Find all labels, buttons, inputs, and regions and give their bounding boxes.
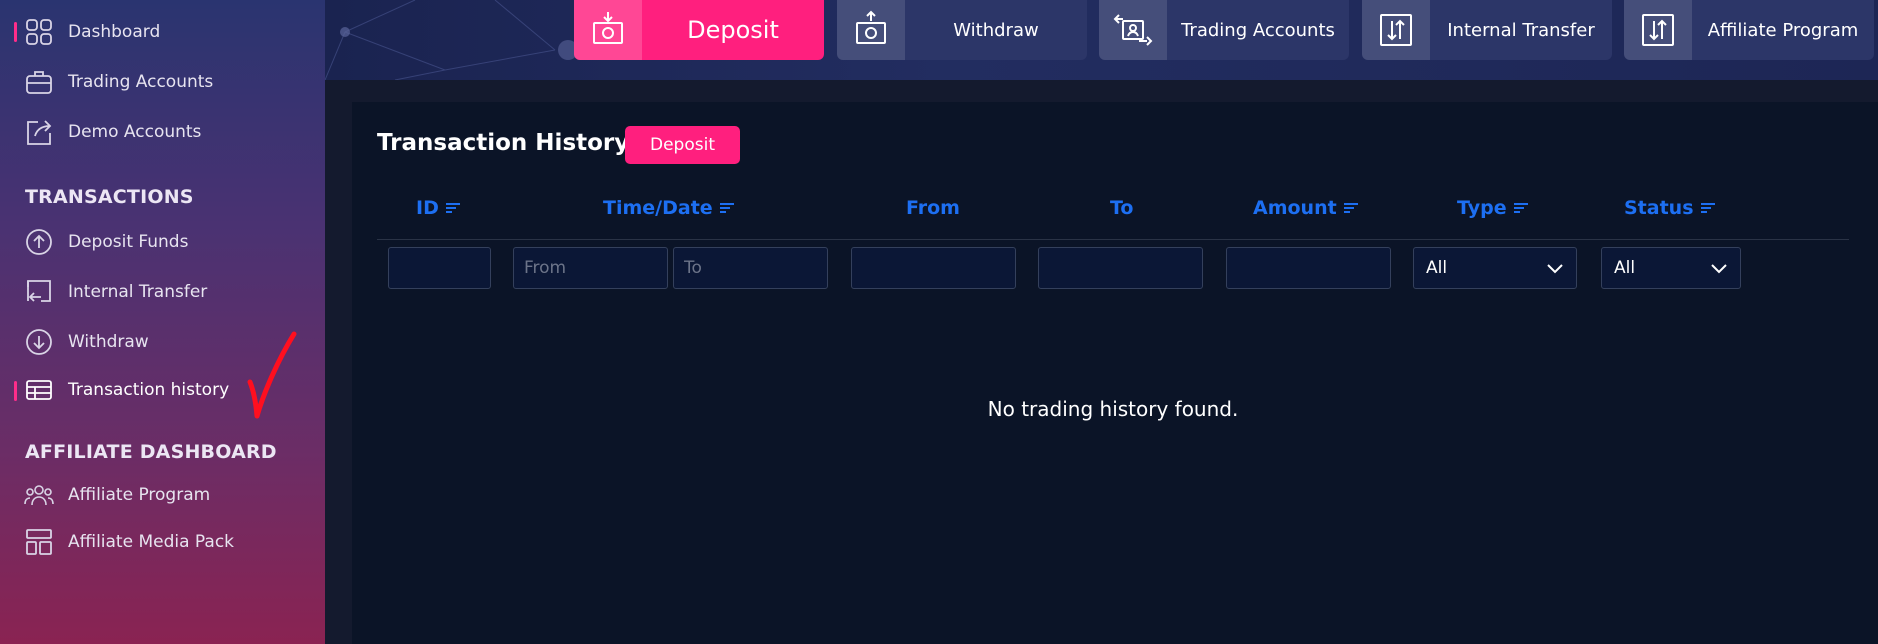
column-header-label: ID [416, 197, 439, 219]
status-select-value: All [1614, 258, 1636, 278]
sidebar-item-affiliate-media-pack[interactable]: Affiliate Media Pack [24, 524, 234, 560]
sort-icon [719, 203, 734, 213]
trading-accounts-icon [1099, 0, 1167, 60]
date-from-input[interactable] [513, 247, 668, 289]
header-divider [377, 239, 1849, 240]
column-header-time-date[interactable]: Time/Date [603, 197, 735, 219]
sort-icon [1700, 203, 1715, 213]
sidebar-item-affiliate-program[interactable]: Affiliate Program [24, 477, 210, 513]
column-header-amount[interactable]: Amount [1253, 197, 1359, 219]
dashboard-icon [24, 17, 54, 47]
top-deposit-button[interactable]: Deposit [574, 0, 824, 60]
column-header-label: From [906, 197, 960, 219]
chevron-down-icon [1547, 264, 1563, 274]
page-title: Transaction History [377, 130, 630, 156]
affiliate-program-icon [1624, 0, 1692, 60]
deposit-button[interactable]: Deposit [625, 126, 740, 164]
top-withdraw-label: Withdraw [953, 19, 1039, 41]
sidebar-item-label: Demo Accounts [68, 122, 202, 142]
withdraw-icon [837, 0, 905, 60]
to-filter-input[interactable] [1038, 247, 1203, 289]
top-trading-accounts-label: Trading Accounts [1181, 19, 1335, 41]
internal-transfer-icon [1362, 0, 1430, 60]
sidebar-item-label: Dashboard [68, 22, 161, 42]
top-affiliate-program-button[interactable]: Affiliate Program [1624, 0, 1874, 60]
deposit-icon [574, 0, 642, 60]
column-header-to: To [1110, 197, 1134, 219]
layout-icon [24, 527, 54, 557]
column-header-label: Status [1624, 197, 1694, 219]
sidebar-item-withdraw[interactable]: Withdraw [24, 324, 149, 360]
sidebar-item-trading-accounts[interactable]: Trading Accounts [24, 64, 213, 100]
sidebar-item-internal-transfer[interactable]: Internal Transfer [24, 274, 207, 310]
chevron-down-icon [1711, 264, 1727, 274]
top-internal-transfer-label: Internal Transfer [1447, 19, 1595, 41]
from-filter-input[interactable] [851, 247, 1016, 289]
arrow-down-circle-icon [24, 327, 54, 357]
sidebar-item-label: Affiliate Program [68, 485, 211, 505]
status-select[interactable]: All [1601, 247, 1741, 289]
top-affiliate-program-label: Affiliate Program [1707, 19, 1859, 41]
sort-icon [1343, 203, 1358, 213]
arrow-up-circle-icon [24, 227, 54, 257]
column-header-label: Time/Date [603, 197, 713, 219]
column-header-id[interactable]: ID [416, 197, 461, 219]
type-select[interactable]: All [1413, 247, 1577, 289]
sidebar-item-deposit-funds[interactable]: Deposit Funds [24, 224, 188, 260]
amount-filter-input[interactable] [1226, 247, 1391, 289]
users-icon [24, 480, 54, 510]
sort-icon [445, 203, 460, 213]
sidebar: Dashboard Trading Accounts Demo Accounts… [0, 0, 325, 644]
sidebar-item-label: Deposit Funds [68, 232, 189, 252]
share-icon [24, 117, 54, 147]
sort-icon [1513, 203, 1528, 213]
type-select-value: All [1426, 258, 1448, 278]
date-to-input[interactable] [673, 247, 828, 289]
transaction-history-panel [352, 102, 1878, 644]
column-header-label: Amount [1253, 197, 1337, 219]
column-header-label: Type [1457, 197, 1507, 219]
sidebar-item-dashboard[interactable]: Dashboard [24, 14, 160, 50]
sidebar-item-label: Trading Accounts [68, 72, 214, 92]
column-header-status[interactable]: Status [1624, 197, 1716, 219]
transactions-heading: TRANSACTIONS [25, 186, 194, 208]
top-deposit-label: Deposit [687, 16, 779, 44]
top-internal-transfer-button[interactable]: Internal Transfer [1362, 0, 1612, 60]
sidebar-item-label: Affiliate Media Pack [68, 532, 235, 552]
id-filter-input[interactable] [388, 247, 491, 289]
top-withdraw-button[interactable]: Withdraw [837, 0, 1087, 60]
briefcase-icon [24, 67, 54, 97]
column-header-from: From [906, 197, 960, 219]
affiliate-heading: AFFILIATE DASHBOARD [25, 441, 277, 463]
sidebar-item-label: Internal Transfer [68, 282, 208, 302]
column-header-type[interactable]: Type [1457, 197, 1529, 219]
top-trading-accounts-button[interactable]: Trading Accounts [1099, 0, 1349, 60]
column-header-label: To [1110, 197, 1134, 219]
active-indicator [14, 22, 17, 42]
transfer-icon [24, 277, 54, 307]
sidebar-item-label: Withdraw [68, 332, 149, 352]
empty-state-message: No trading history found. [987, 397, 1239, 421]
sidebar-item-demo-accounts[interactable]: Demo Accounts [24, 114, 201, 150]
